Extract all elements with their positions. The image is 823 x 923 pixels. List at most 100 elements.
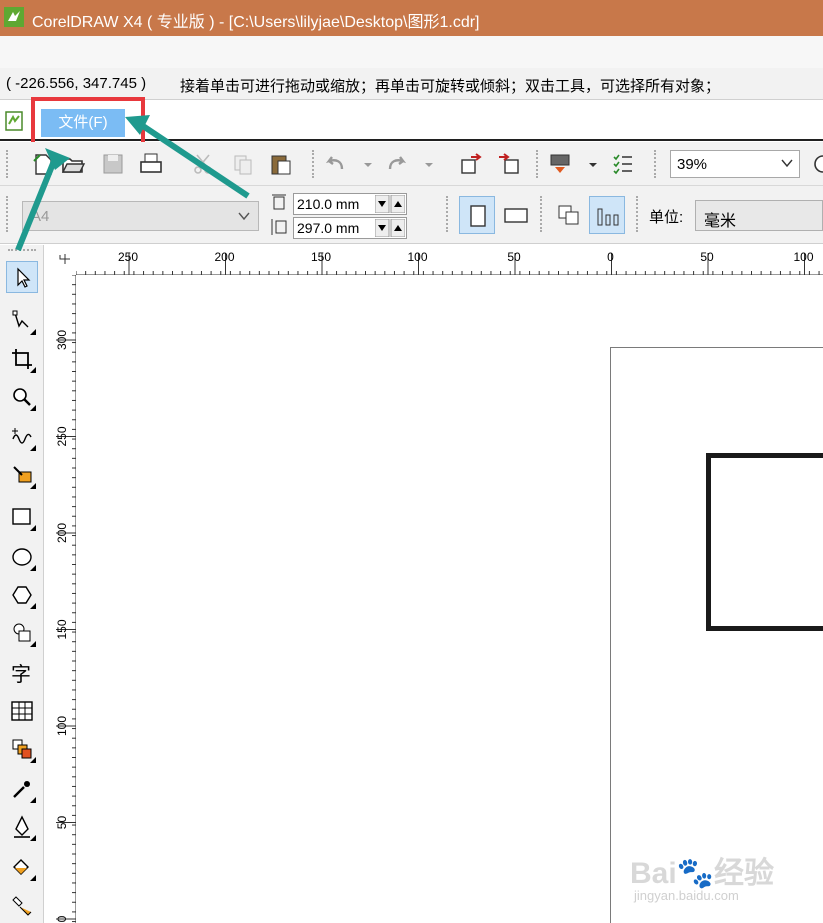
baidu-watermark: Bai🐾经验 jingyan.baidu.com bbox=[630, 848, 820, 908]
watermark-brand-cn: 经验 bbox=[714, 857, 775, 890]
redo-dropdown-icon[interactable] bbox=[416, 151, 442, 177]
flyout-indicator bbox=[30, 405, 36, 411]
open-folder-icon[interactable] bbox=[60, 151, 86, 177]
chevron-down-icon bbox=[238, 212, 250, 221]
portrait-icon bbox=[470, 205, 486, 227]
document-icon[interactable] bbox=[5, 111, 23, 131]
vertical-ruler-ticks: 300 250 200 150 100 50 0 bbox=[55, 274, 76, 922]
title-bar: CorelDRAW X4 ( 专业版 ) - [C:\Users\lilyjae… bbox=[0, 0, 823, 36]
paste-icon[interactable] bbox=[268, 151, 294, 177]
eyedropper-tool[interactable] bbox=[6, 773, 38, 805]
horizontal-ruler[interactable]: 250 200 150 100 50 0 50 100 bbox=[54, 245, 823, 275]
unit-select[interactable]: 毫米 bbox=[695, 200, 823, 231]
ruler-label: 250 bbox=[55, 426, 69, 446]
paper-size-select[interactable]: A4 bbox=[22, 201, 259, 231]
polygon-tool[interactable] bbox=[6, 579, 38, 611]
watermark-url: jingyan.baidu.com bbox=[634, 888, 739, 903]
fill-tool[interactable] bbox=[6, 851, 38, 883]
pointer-arrow-icon bbox=[17, 267, 31, 288]
toolbox: 字 bbox=[0, 245, 44, 923]
crop-tool[interactable] bbox=[6, 343, 38, 375]
ruler-origin-corner[interactable] bbox=[54, 245, 76, 275]
ruler-label: 0 bbox=[55, 915, 69, 922]
application-launcher-icon[interactable] bbox=[548, 151, 574, 177]
ruler-label: 100 bbox=[793, 250, 813, 264]
horizontal-ruler-ticks: 250 200 150 100 50 0 50 100 bbox=[75, 250, 820, 275]
ruler-label: 300 bbox=[55, 330, 69, 350]
flyout-indicator bbox=[30, 565, 36, 571]
window-title: CorelDRAW X4 ( 专业版 ) - [C:\Users\lilyjae… bbox=[32, 14, 480, 31]
status-line: ( -226.556, 347.745 ) 接着单击可进行拖动或缩放；再单击可旋… bbox=[0, 68, 823, 100]
text-tool-glyph: 字 bbox=[11, 662, 31, 686]
toolbar-grip[interactable] bbox=[6, 150, 10, 178]
redo-icon[interactable] bbox=[384, 151, 410, 177]
undo-icon[interactable] bbox=[322, 151, 348, 177]
new-document-icon[interactable] bbox=[30, 151, 56, 177]
undo-dropdown-icon[interactable] bbox=[355, 151, 381, 177]
page-height-value: 297.0 mm bbox=[297, 220, 360, 236]
paw-icon: 🐾 bbox=[676, 857, 715, 890]
interactive-blend-tool[interactable] bbox=[6, 733, 38, 765]
portrait-button[interactable] bbox=[459, 196, 495, 234]
pick-tool[interactable] bbox=[6, 261, 38, 293]
export-icon[interactable] bbox=[496, 151, 522, 177]
ruler-label: 200 bbox=[214, 250, 234, 264]
smart-fill-tool[interactable] bbox=[6, 459, 38, 491]
all-pages-button[interactable] bbox=[551, 196, 587, 234]
rectangle-tool[interactable] bbox=[6, 501, 38, 533]
vertical-ruler[interactable]: 300 250 200 150 100 50 0 bbox=[54, 274, 76, 923]
page-width-field[interactable]: 210.0 mm bbox=[293, 193, 407, 215]
zoom-tool[interactable] bbox=[6, 381, 38, 413]
interactive-fill-icon bbox=[12, 896, 32, 916]
unit-label: 单位: bbox=[649, 209, 684, 226]
property-separator bbox=[446, 196, 450, 232]
basic-shapes-tool[interactable] bbox=[6, 617, 38, 649]
text-tool[interactable]: 字 bbox=[6, 655, 38, 687]
flyout-indicator bbox=[30, 641, 36, 647]
flyout-indicator bbox=[30, 445, 36, 451]
flyout-indicator bbox=[30, 835, 36, 841]
toolbox-grip[interactable] bbox=[8, 249, 36, 253]
current-page-button[interactable] bbox=[589, 196, 625, 234]
drawn-rectangle[interactable] bbox=[706, 453, 823, 631]
zoom-level-select[interactable]: 39% bbox=[670, 150, 800, 178]
save-icon[interactable] bbox=[100, 151, 126, 177]
watermark-brand: Bai bbox=[630, 857, 677, 890]
zoom-plus-icon[interactable] bbox=[810, 151, 823, 177]
shape-tool[interactable] bbox=[6, 305, 38, 337]
flyout-indicator bbox=[30, 603, 36, 609]
interactive-fill-tool[interactable] bbox=[6, 889, 38, 921]
width-spinner-icon[interactable] bbox=[375, 195, 405, 213]
ruler-label: 0 bbox=[607, 250, 614, 264]
page-width-value: 210.0 mm bbox=[297, 196, 360, 212]
coreldraw-app-icon bbox=[4, 7, 24, 27]
options-checklist-icon[interactable] bbox=[610, 151, 636, 177]
toolbar-separator bbox=[312, 150, 316, 178]
landscape-button[interactable] bbox=[497, 196, 533, 234]
ruler-label: 50 bbox=[55, 816, 69, 830]
property-bar-grip[interactable] bbox=[6, 196, 10, 232]
outline-tool[interactable] bbox=[6, 811, 38, 843]
cut-icon[interactable] bbox=[190, 151, 216, 177]
title-spacer bbox=[0, 36, 823, 68]
launcher-dropdown-icon[interactable] bbox=[580, 151, 606, 177]
chevron-down-icon bbox=[781, 159, 793, 168]
landscape-icon bbox=[504, 208, 528, 223]
import-icon[interactable] bbox=[458, 151, 484, 177]
height-spinner-icon[interactable] bbox=[375, 219, 405, 237]
copy-icon[interactable] bbox=[230, 151, 256, 177]
ellipse-tool[interactable] bbox=[6, 541, 38, 573]
print-icon[interactable] bbox=[138, 151, 164, 177]
document-page[interactable] bbox=[610, 347, 823, 923]
ruler-label: 50 bbox=[700, 250, 714, 264]
flyout-indicator bbox=[30, 367, 36, 373]
page-width-icon bbox=[272, 194, 286, 210]
page-height-icon bbox=[271, 219, 287, 235]
freehand-tool[interactable] bbox=[6, 421, 38, 453]
flyout-indicator bbox=[30, 329, 36, 335]
unit-value: 毫米 bbox=[704, 213, 737, 230]
page-height-field[interactable]: 297.0 mm bbox=[293, 217, 407, 239]
flyout-indicator bbox=[30, 525, 36, 531]
ruler-origin-icon bbox=[59, 254, 70, 264]
table-tool[interactable] bbox=[6, 695, 38, 727]
